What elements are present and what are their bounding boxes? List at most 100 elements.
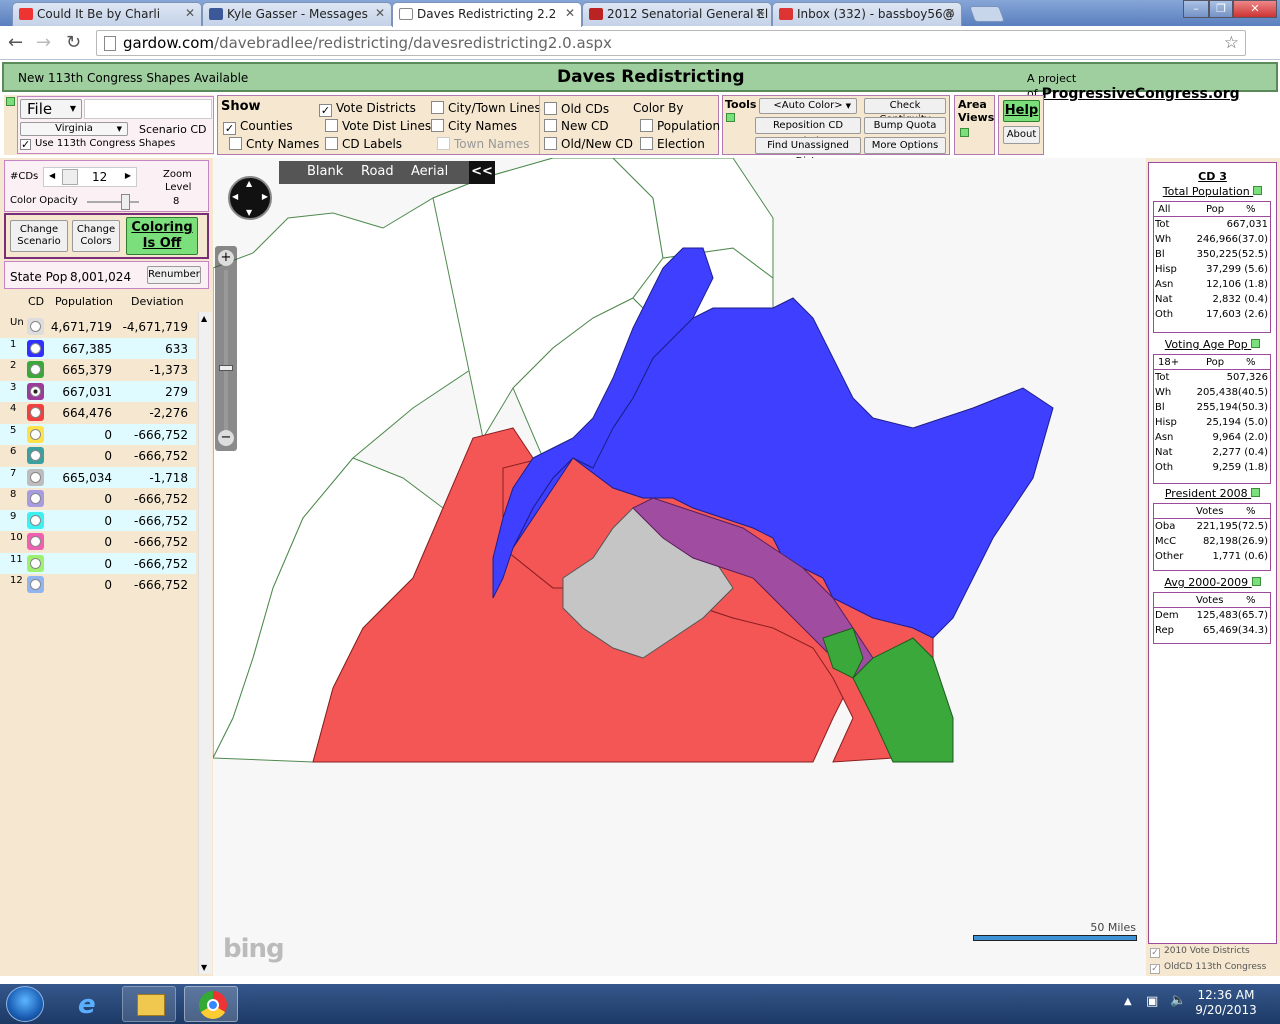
collapse-icon[interactable] (1251, 488, 1261, 497)
help-button[interactable]: Help (1003, 100, 1040, 122)
cd-color-swatch[interactable] (27, 404, 44, 421)
checkbox[interactable] (325, 119, 338, 132)
checkbox[interactable] (431, 119, 444, 132)
checkbox[interactable] (544, 137, 557, 150)
change-colors-button[interactable]: Change Colors (72, 220, 120, 252)
cd-color-swatch[interactable] (27, 533, 44, 550)
system-clock[interactable]: 12:36 AM 9/20/2013 (1184, 988, 1268, 1018)
checkbox[interactable] (544, 119, 557, 132)
chevron-up-icon[interactable]: ▲ (246, 179, 252, 188)
checkbox[interactable] (20, 139, 31, 150)
cd-labels-checkbox[interactable]: CD Labels (325, 137, 402, 151)
close-icon[interactable]: ✕ (945, 6, 955, 20)
tab-blank[interactable]: Blank (307, 164, 343, 179)
stepper-thumb[interactable] (62, 169, 78, 185)
chevron-down-icon[interactable]: ▼ (246, 208, 252, 217)
chevron-right-icon[interactable]: ▶ (262, 192, 268, 201)
more-options-button[interactable]: More Options (864, 137, 946, 154)
cd-color-swatch[interactable] (27, 490, 44, 507)
cd-radio[interactable] (30, 579, 41, 590)
collapse-icon[interactable] (6, 97, 15, 106)
checkbox[interactable] (325, 137, 338, 150)
map-pan-compass[interactable]: ▲ ◀ ▶ ▼ (228, 176, 272, 220)
population-checkbox[interactable]: Population (640, 119, 720, 133)
cd-row[interactable]: 1 667,385 633 (0, 337, 196, 359)
cd-radio[interactable] (30, 364, 41, 375)
old-new-cd-checkbox[interactable]: Old/New CD (544, 137, 633, 151)
network-icon[interactable]: ▣ (1146, 994, 1158, 1009)
cd-row[interactable]: 8 0 -666,752 (0, 488, 196, 509)
chevron-left-icon[interactable]: ◀ (49, 171, 55, 180)
cd-radio[interactable] (30, 428, 41, 440)
cd-color-swatch[interactable] (27, 576, 44, 593)
progressive-congress-link[interactable]: ProgressiveCongress.org (1042, 86, 1240, 102)
cd-color-swatch[interactable] (27, 468, 44, 486)
collapse-icon[interactable] (1251, 339, 1261, 348)
zoom-in-icon[interactable]: + (218, 250, 234, 266)
bump-quota-button[interactable]: Bump Quota (864, 117, 946, 134)
start-button[interactable] (6, 986, 44, 1022)
map-canvas[interactable]: Blank Road Aerial << ▲ ◀ ▶ ▼ + − bing 50… (213, 158, 1146, 976)
close-icon[interactable]: ✕ (755, 6, 765, 20)
cd-radio[interactable] (30, 407, 41, 418)
old-cds-checkbox[interactable]: Old CDs (544, 102, 609, 116)
opacity-slider[interactable] (87, 194, 139, 210)
cd-color-swatch[interactable] (27, 318, 44, 335)
reposition-labels-button[interactable]: Reposition CD Labels (755, 117, 861, 147)
cd-radio[interactable] (30, 557, 41, 569)
chevron-left-icon[interactable]: ◀ (232, 192, 238, 201)
checkbox[interactable] (431, 101, 444, 114)
checkbox[interactable] (229, 137, 242, 150)
cd-row[interactable]: 6 0 -666,752 (0, 445, 196, 466)
cd-row[interactable]: 10 0 -666,752 (0, 531, 196, 552)
close-icon[interactable]: ✕ (565, 6, 575, 20)
checkbox[interactable] (640, 137, 653, 150)
city-names-checkbox[interactable]: City Names (431, 119, 517, 133)
maximize-button[interactable]: ❐ (1209, 0, 1233, 18)
expand-icon[interactable] (960, 128, 969, 137)
file-menu-button[interactable]: File ▼ (20, 99, 82, 119)
zoom-track[interactable] (224, 270, 228, 430)
cds-stepper[interactable]: ◀ 12 ▶ (43, 167, 137, 187)
zoom-out-icon[interactable]: − (218, 430, 234, 446)
cd-row[interactable]: 12 0 -666,752 (0, 574, 196, 595)
coloring-toggle-button[interactable]: Coloring Is Off (126, 217, 198, 255)
counties-checkbox[interactable]: Counties (223, 119, 293, 135)
close-icon[interactable]: ✕ (375, 6, 385, 20)
city-town-lines-checkbox[interactable]: City/Town Lines (431, 101, 541, 115)
auto-color-select[interactable]: <Auto Color> ▼ (759, 98, 857, 114)
chrome-icon[interactable] (184, 986, 238, 1022)
checkbox[interactable] (544, 102, 557, 115)
cd-color-swatch[interactable] (27, 554, 44, 572)
tray-chevron-up-icon[interactable]: ▲ (1124, 996, 1132, 1007)
cd-radio[interactable] (30, 493, 41, 504)
find-unassigned-button[interactable]: Find Unassigned Dists (755, 137, 861, 167)
cd-color-swatch[interactable] (27, 425, 44, 443)
vote-districts-checkbox[interactable]: Vote Districts (319, 101, 416, 117)
cd-color-swatch[interactable] (27, 361, 44, 378)
tab-facebook[interactable]: Kyle Gasser - Messages ✕ (202, 2, 392, 26)
use-113th-checkbox[interactable]: Use 113th Congress Shapes (20, 138, 175, 150)
checkbox[interactable] (640, 119, 653, 132)
tab-gmail[interactable]: Inbox (332) - bassboy56@ ✕ (772, 2, 962, 26)
tab-aerial[interactable]: Aerial (411, 164, 448, 179)
cd-color-swatch[interactable] (27, 382, 44, 400)
cnty-names-checkbox[interactable]: Cnty Names (229, 137, 319, 151)
collapse-icon[interactable] (1251, 577, 1261, 586)
tab-daves-redistricting[interactable]: Daves Redistricting 2.2 ✕ (392, 2, 582, 27)
slider-thumb[interactable] (121, 194, 130, 210)
cd-color-swatch[interactable] (27, 511, 44, 529)
tab-road[interactable]: Road (361, 164, 394, 179)
chevron-down-icon[interactable]: ▼ (201, 963, 207, 972)
cd-radio[interactable] (30, 450, 41, 461)
change-scenario-button[interactable]: Change Scenario (10, 220, 68, 252)
new-shapes-notice[interactable]: New 113th Congress Shapes Available (18, 71, 248, 85)
cd-row[interactable]: Un 4,671,719 -4,671,719 (0, 316, 196, 337)
cd-row[interactable]: 7 665,034 -1,718 (0, 466, 196, 488)
check-contiguity-button[interactable]: Check Contiguity (864, 98, 946, 125)
vote-dist-lines-checkbox[interactable]: Vote Dist Lines (325, 119, 431, 133)
reload-icon[interactable]: ↻ (66, 32, 81, 53)
collapse-icon[interactable] (726, 113, 735, 122)
checkbox[interactable] (1150, 964, 1160, 974)
district-map[interactable] (213, 158, 1146, 976)
